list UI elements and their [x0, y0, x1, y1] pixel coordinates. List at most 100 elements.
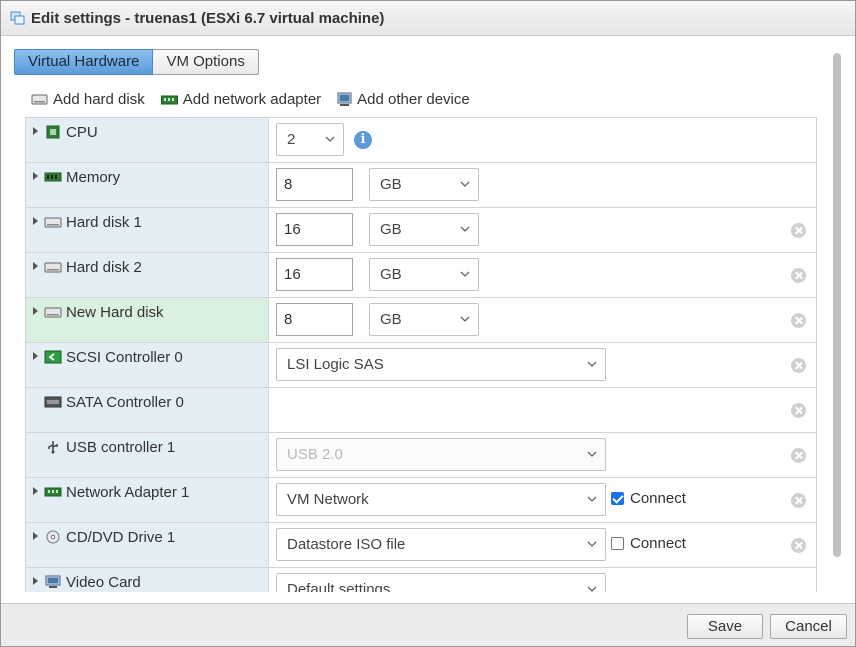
device-value-cell: Datastore ISO file Connect [270, 523, 816, 567]
device-label: SATA Controller 0 [66, 394, 184, 411]
device-label-cell: SATA Controller 0 [26, 388, 269, 432]
cd-dvd-connect-checkbox[interactable] [611, 537, 624, 550]
expand-caret-icon[interactable] [33, 532, 38, 540]
device-label-cell: Hard disk 2 [26, 253, 269, 297]
cd-dvd-media-select[interactable]: Datastore ISO file [276, 528, 606, 561]
new-hard-disk-unit-value: GB [380, 311, 402, 328]
cpu-icon [46, 125, 60, 139]
video-card-settings-value: Default settings [287, 581, 391, 592]
device-label: SCSI Controller 0 [66, 349, 183, 366]
device-row-sata-controller: SATA Controller 0 [26, 388, 816, 433]
add-other-device-button[interactable]: Add other device [337, 91, 470, 108]
chevron-down-icon [460, 316, 470, 322]
device-label: USB controller 1 [66, 439, 176, 456]
remove-device-icon[interactable] [791, 493, 806, 508]
dialog-title: Edit settings - truenas1 (ESXi 6.7 virtu… [31, 10, 385, 27]
device-row-hard-disk-2: Hard disk 2 16 GB [26, 253, 816, 298]
scsi-controller-type-select[interactable]: LSI Logic SAS [276, 348, 606, 381]
cd-dvd-media-value: Datastore ISO file [287, 536, 406, 553]
tab-bar: Virtual Hardware VM Options [14, 49, 259, 75]
tab-vm-options[interactable]: VM Options [153, 49, 259, 75]
new-hard-disk-size-input[interactable]: 8 [276, 303, 353, 336]
edit-settings-dialog: Edit settings - truenas1 (ESXi 6.7 virtu… [0, 0, 856, 647]
save-button[interactable]: Save [687, 614, 763, 639]
chevron-down-icon [587, 361, 597, 367]
hard-disk-1-size-input[interactable]: 16 [276, 213, 353, 246]
device-row-usb-controller: USB controller 1 USB 2.0 [26, 433, 816, 478]
device-label-cell: CPU [26, 118, 269, 162]
virtual-hardware-table: CPU 2 i Memory 8 GB Hard disk 1 16 GB Ha… [25, 117, 817, 592]
device-value-cell [270, 388, 816, 432]
device-label-cell: Hard disk 1 [26, 208, 269, 252]
device-row-new-hard-disk: New Hard disk 8 GB [26, 298, 816, 343]
add-network-adapter-label: Add network adapter [182, 91, 322, 108]
hard-disk-2-size-input[interactable]: 16 [276, 258, 353, 291]
device-row-network-adapter: Network Adapter 1 VM Network Connect [26, 478, 816, 523]
scsi-controller-icon [44, 350, 62, 364]
memory-size-input[interactable]: 8 [276, 168, 353, 201]
dialog-titlebar: Edit settings - truenas1 (ESXi 6.7 virtu… [1, 1, 855, 36]
device-label-cell: Video Card [26, 568, 269, 592]
expand-caret-icon[interactable] [33, 352, 38, 360]
device-label-cell: CD/DVD Drive 1 [26, 523, 269, 567]
add-hard-disk-button[interactable]: Add hard disk [31, 91, 145, 108]
network-select[interactable]: VM Network [276, 483, 606, 516]
network-connect-checkbox[interactable] [611, 492, 624, 505]
expand-caret-icon[interactable] [33, 217, 38, 225]
tab-virtual-hardware[interactable]: Virtual Hardware [14, 49, 154, 75]
chevron-down-icon [587, 586, 597, 592]
chevron-down-icon [325, 136, 335, 142]
network-value: VM Network [287, 491, 369, 508]
device-label: CD/DVD Drive 1 [66, 529, 176, 546]
hardware-toolbar: Add hard disk Add network adapter Add ot… [31, 91, 470, 108]
add-network-adapter-button[interactable]: Add network adapter [160, 91, 322, 108]
device-row-hard-disk-1: Hard disk 1 16 GB [26, 208, 816, 253]
hard-disk-1-unit-select[interactable]: GB [369, 213, 479, 246]
vertical-scrollbar[interactable] [833, 53, 841, 557]
expand-caret-icon[interactable] [33, 577, 38, 585]
cpu-count-select[interactable]: 2 [276, 123, 344, 156]
network-adapter-icon [44, 487, 62, 497]
memory-unit-select[interactable]: GB [369, 168, 479, 201]
chevron-down-icon [587, 451, 597, 457]
device-value-cell: LSI Logic SAS [270, 343, 816, 387]
new-hard-disk-unit-select[interactable]: GB [369, 303, 479, 336]
expand-caret-icon[interactable] [33, 307, 38, 315]
hard-disk-icon [44, 307, 62, 318]
hard-disk-2-unit-select[interactable]: GB [369, 258, 479, 291]
remove-device-icon[interactable] [791, 268, 806, 283]
device-value-cell: 8 GB [270, 298, 816, 342]
video-card-settings-select[interactable]: Default settings [276, 573, 606, 592]
info-icon[interactable]: i [354, 131, 372, 149]
chevron-down-icon [587, 496, 597, 502]
hard-disk-2-unit-value: GB [380, 266, 402, 283]
remove-device-icon[interactable] [791, 358, 806, 373]
remove-device-icon[interactable] [791, 448, 806, 463]
memory-icon [44, 172, 62, 182]
device-label: Hard disk 2 [66, 259, 142, 276]
expand-caret-icon[interactable] [33, 487, 38, 495]
add-other-device-label: Add other device [357, 91, 470, 108]
device-label: New Hard disk [66, 304, 164, 321]
usb-icon [48, 441, 58, 454]
chevron-down-icon [460, 226, 470, 232]
device-label-cell: New Hard disk [26, 298, 269, 342]
device-row-cd-dvd-drive: CD/DVD Drive 1 Datastore ISO file Connec… [26, 523, 816, 568]
device-row-memory: Memory 8 GB [26, 163, 816, 208]
remove-device-icon[interactable] [791, 313, 806, 328]
chevron-down-icon [587, 541, 597, 547]
remove-device-icon[interactable] [791, 223, 806, 238]
device-label-cell: Memory [26, 163, 269, 207]
device-label: Hard disk 1 [66, 214, 142, 231]
expand-caret-icon[interactable] [33, 262, 38, 270]
expand-caret-icon[interactable] [33, 127, 38, 135]
hard-disk-1-unit-value: GB [380, 221, 402, 238]
remove-device-icon[interactable] [791, 403, 806, 418]
device-label: Network Adapter 1 [66, 484, 190, 501]
expand-caret-icon[interactable] [33, 172, 38, 180]
cancel-button[interactable]: Cancel [770, 614, 847, 639]
chevron-down-icon [460, 271, 470, 277]
dialog-footer: Save Cancel [1, 603, 855, 646]
remove-device-icon[interactable] [791, 538, 806, 553]
device-value-cell: USB 2.0 [270, 433, 816, 477]
